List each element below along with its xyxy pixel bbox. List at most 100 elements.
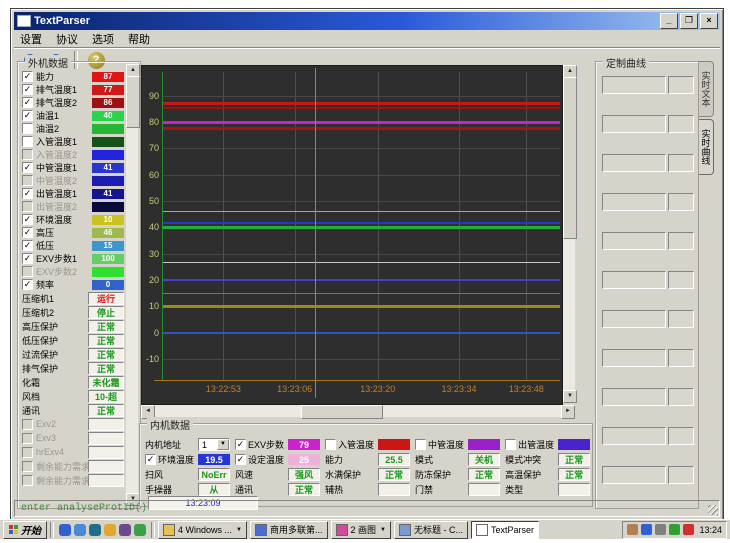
checkbox[interactable] xyxy=(22,279,33,290)
checkbox[interactable] xyxy=(235,454,246,465)
left-scrollbar-thumb[interactable] xyxy=(126,76,140,128)
menu-item-协议[interactable]: 协议 xyxy=(56,31,78,47)
quick-launch-icon-5[interactable] xyxy=(119,524,131,536)
curve-slot-field[interactable] xyxy=(602,76,666,94)
series-line-排气温度2 xyxy=(163,107,560,109)
quick-launch-bar xyxy=(57,524,148,536)
tray-icon-4[interactable] xyxy=(669,524,680,535)
close-button[interactable]: × xyxy=(700,13,718,29)
taskbar-button[interactable]: 无标题 - C... xyxy=(394,521,468,539)
checkbox[interactable] xyxy=(22,240,33,251)
curve-slot-color-field[interactable] xyxy=(668,271,694,289)
curve-slot-color-field[interactable] xyxy=(668,310,694,328)
outdoor-status-value: 正常 xyxy=(88,362,124,375)
curve-slot-color-field[interactable] xyxy=(668,232,694,250)
curve-slot-field[interactable] xyxy=(602,115,666,133)
restore-button[interactable]: ❐ xyxy=(680,13,698,29)
indoor-item-label-text: 手操器 xyxy=(145,483,172,496)
resize-grip[interactable] xyxy=(708,505,718,515)
curve-slot-color-field[interactable] xyxy=(668,154,694,172)
textparser-window: TextParser _ ❐ × 设置协议选项帮助 + - ? 外机数据 能力8… xyxy=(10,8,724,521)
menu-item-选项[interactable]: 选项 xyxy=(92,31,114,47)
curve-slot-color-field[interactable] xyxy=(668,349,694,367)
app-icon xyxy=(17,15,31,27)
dropdown-arrow-icon[interactable]: ▼ xyxy=(217,439,229,450)
checkbox[interactable] xyxy=(22,214,33,225)
quick-launch-icon-4[interactable] xyxy=(104,524,116,536)
checkbox[interactable] xyxy=(22,227,33,238)
checkbox[interactable] xyxy=(235,439,246,450)
tray-icon-5[interactable] xyxy=(683,524,694,535)
chart-vscroll-thumb[interactable] xyxy=(563,77,577,239)
menu-item-帮助[interactable]: 帮助 xyxy=(128,31,150,47)
curve-slot-color-field[interactable] xyxy=(668,76,694,94)
curve-slot-field[interactable] xyxy=(602,466,666,484)
indoor-data-column: 入管温度能力25.5水满保护正常辅热 xyxy=(325,438,410,496)
chart-scroll-down-icon[interactable]: ▼ xyxy=(563,390,577,403)
outdoor-item-label: 中管温度2 xyxy=(36,174,92,187)
outdoor-item-row: 入管温度2 xyxy=(22,148,124,161)
curve-slot-color-field[interactable] xyxy=(668,193,694,211)
outdoor-item-label: 出管温度2 xyxy=(36,200,92,213)
checkbox[interactable] xyxy=(22,188,33,199)
checkbox[interactable] xyxy=(22,136,33,147)
quick-launch-icon-6[interactable] xyxy=(134,524,146,536)
color-value-badge: 41 xyxy=(92,189,124,199)
checkbox[interactable] xyxy=(22,162,33,173)
minimize-button[interactable]: _ xyxy=(660,13,678,29)
taskbar-button[interactable]: 4 Windows ...▼ xyxy=(158,521,247,539)
curve-slot-color-field[interactable] xyxy=(668,115,694,133)
outdoor-item-row: 油温2 xyxy=(22,122,124,135)
indoor-address-dropdown[interactable]: 1▼ xyxy=(198,438,230,451)
tray-icon-1[interactable] xyxy=(627,524,638,535)
chart-scroll-right-icon[interactable]: ► xyxy=(561,405,575,419)
color-value-badge: 86 xyxy=(92,98,124,108)
checkbox[interactable] xyxy=(22,110,33,121)
tray-icon-3[interactable] xyxy=(655,524,666,535)
chart-vertical-scrollbar[interactable]: ▲ ▼ xyxy=(563,65,575,403)
checkbox[interactable] xyxy=(22,253,33,264)
side-tab-实时曲线[interactable]: 实时曲线 xyxy=(699,119,714,175)
checkbox[interactable] xyxy=(325,439,336,450)
checkbox[interactable] xyxy=(505,439,516,450)
checkbox[interactable] xyxy=(22,84,33,95)
chart-hscroll-thumb[interactable] xyxy=(301,405,383,419)
checkbox[interactable] xyxy=(22,71,33,82)
start-button[interactable]: 开始 xyxy=(3,521,47,539)
curve-slot-field[interactable] xyxy=(602,349,666,367)
curve-slot-field[interactable] xyxy=(602,427,666,445)
outdoor-data-panel: 外机数据 能力87排气温度177排气温度286油温140油温2入管温度1入管温度… xyxy=(17,61,141,509)
quick-launch-icon-2[interactable] xyxy=(74,524,86,536)
curve-slot-field[interactable] xyxy=(602,271,666,289)
checkbox[interactable] xyxy=(22,123,33,134)
side-tab-实时文本[interactable]: 实时文本 xyxy=(699,61,714,117)
curve-slot-color-field[interactable] xyxy=(668,427,694,445)
quick-launch-icon-3[interactable] xyxy=(89,524,101,536)
outdoor-status-value: 未化霜 xyxy=(88,376,124,389)
curve-slot-field[interactable] xyxy=(602,232,666,250)
color-value-badge: 41 xyxy=(92,163,124,173)
curve-slot-color-field[interactable] xyxy=(668,466,694,484)
taskbar-button-label: 无标题 - C... xyxy=(414,523,463,536)
taskbar-button[interactable]: TextParser xyxy=(471,521,539,539)
quick-launch-icon-1[interactable] xyxy=(59,524,71,536)
horizontal-gridline xyxy=(162,148,560,149)
indoor-item-label: 门禁 xyxy=(415,483,464,496)
checkbox[interactable] xyxy=(415,439,426,450)
curve-slot-field[interactable] xyxy=(602,388,666,406)
checkbox[interactable] xyxy=(145,454,156,465)
curve-slot-field[interactable] xyxy=(602,310,666,328)
outdoor-status-label: 高压保护 xyxy=(22,320,88,333)
curve-slot-field[interactable] xyxy=(602,154,666,172)
chart-horizontal-scrollbar[interactable]: ◄ ► xyxy=(141,405,575,417)
taskbar-button[interactable]: 商用多联第... xyxy=(250,521,328,539)
checkbox[interactable] xyxy=(22,97,33,108)
menu-item-设置[interactable]: 设置 xyxy=(20,31,42,47)
curve-slot-color-field[interactable] xyxy=(668,388,694,406)
outdoor-status-value: 10-超 xyxy=(88,390,124,403)
indoor-item-label: 手操器 xyxy=(145,483,194,496)
taskbar-button[interactable]: 2 画图▼ xyxy=(331,521,391,539)
curve-slot-field[interactable] xyxy=(602,193,666,211)
tray-icon-2[interactable] xyxy=(641,524,652,535)
left-panel-scrollbar[interactable]: ▲ ▼ xyxy=(126,64,138,506)
